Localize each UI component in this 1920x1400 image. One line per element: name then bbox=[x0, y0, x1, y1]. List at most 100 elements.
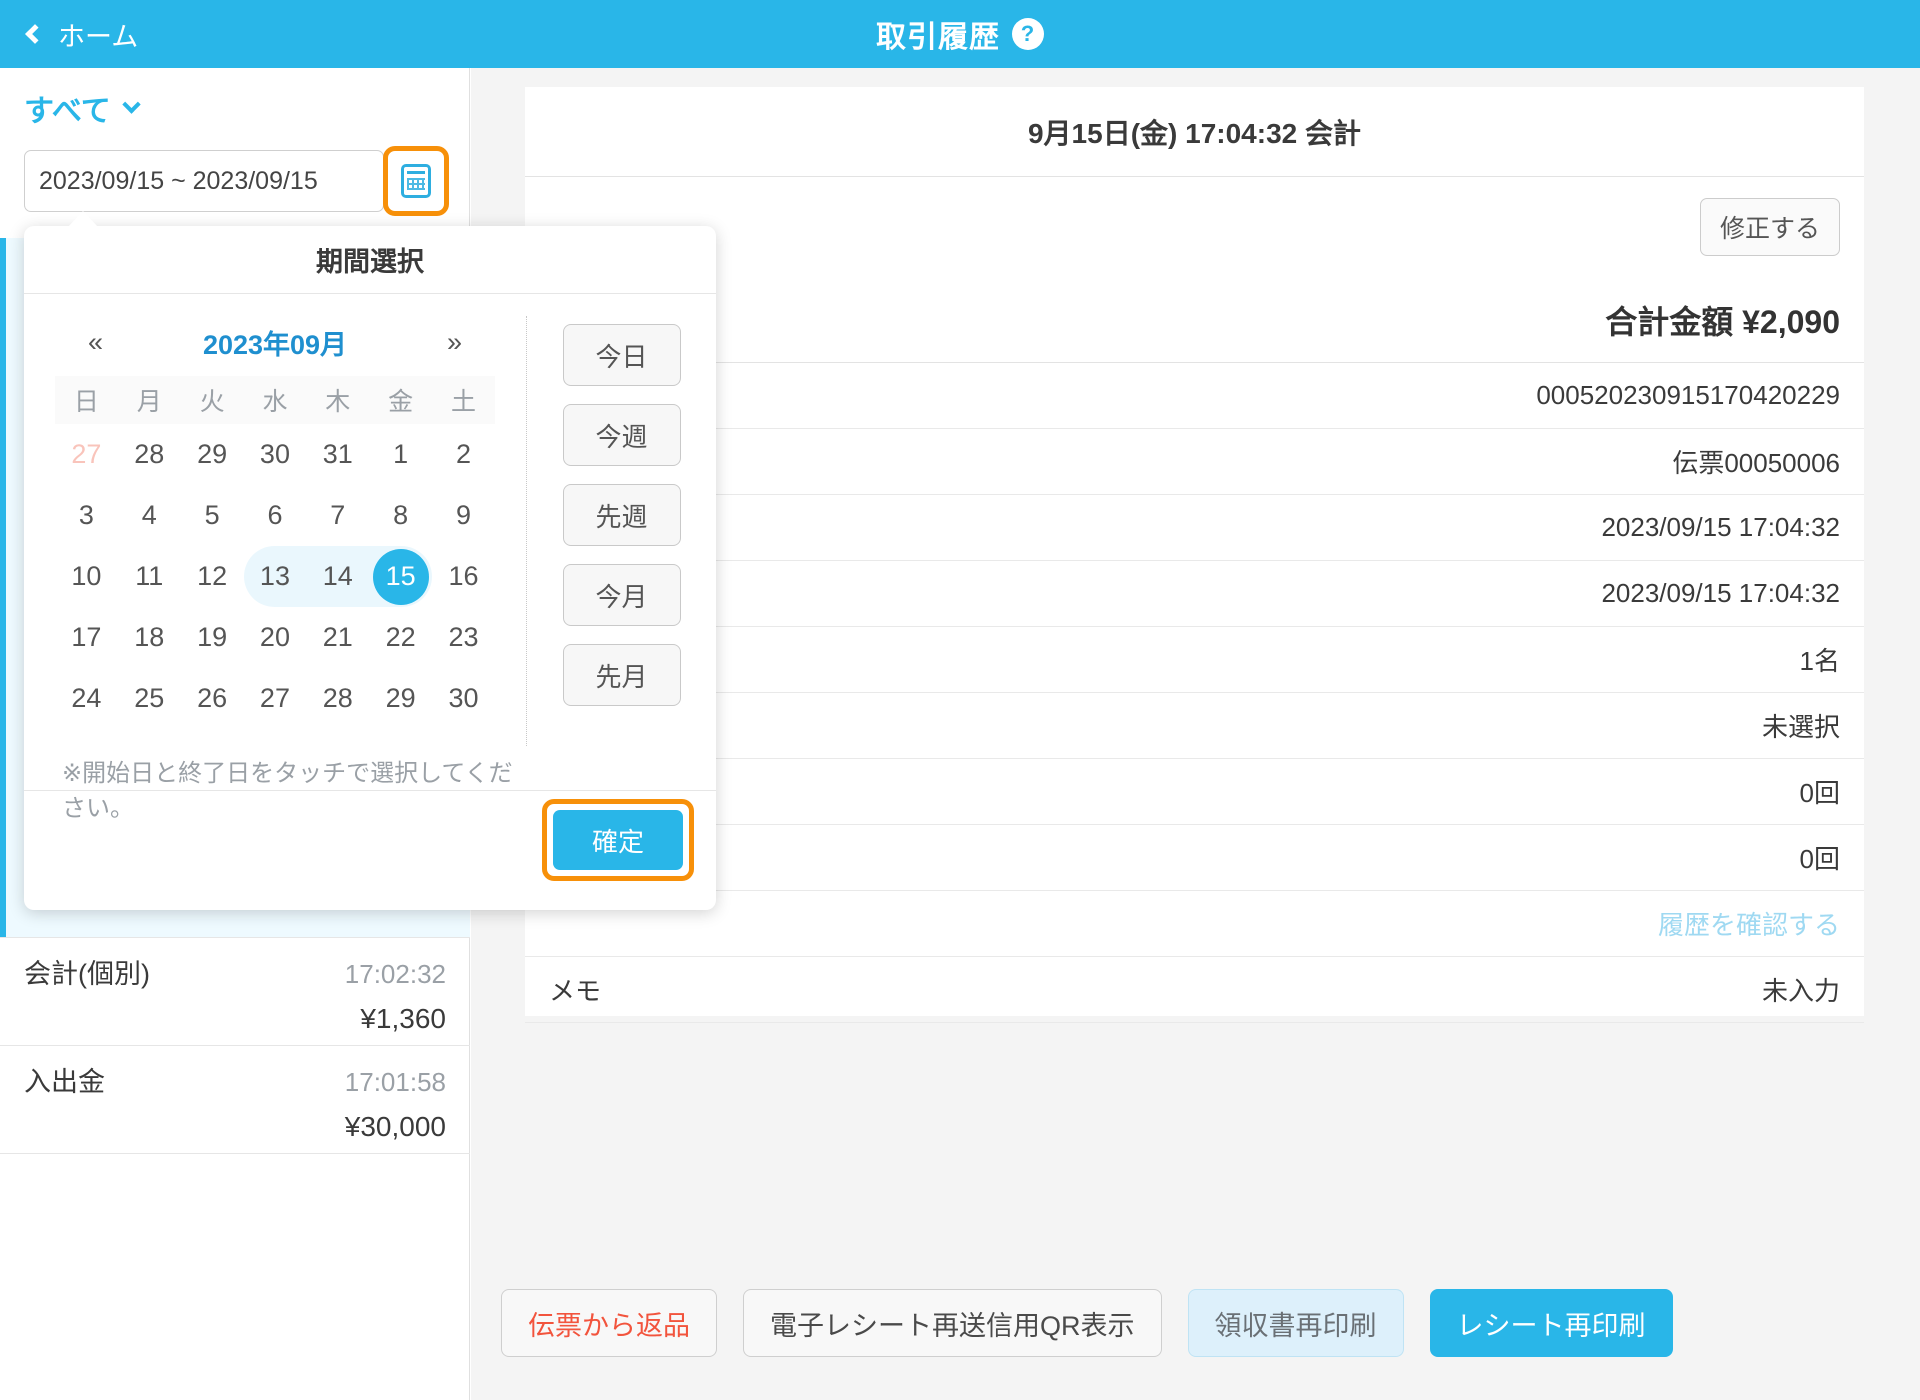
calendar-day-5[interactable]: 5 bbox=[181, 485, 244, 546]
preset-button-先週[interactable]: 先週 bbox=[562, 484, 681, 546]
calendar-day-label: 27 bbox=[71, 439, 102, 469]
history-link[interactable]: 履歴を確認する bbox=[1658, 905, 1840, 942]
calendar-day-8[interactable]: 8 bbox=[369, 485, 432, 546]
row-value: 0回 bbox=[1799, 778, 1840, 808]
list-item[interactable]: 会計(個別) 17:02:32 ¥1,360 bbox=[0, 938, 470, 1046]
help-icon[interactable]: ? bbox=[1012, 18, 1044, 50]
weekday-label: 火 bbox=[180, 376, 244, 424]
calendar-day-7[interactable]: 7 bbox=[306, 485, 369, 546]
filter-label: すべて bbox=[24, 95, 111, 128]
calendar-day-24[interactable]: 24 bbox=[55, 668, 118, 729]
calendar-day-21[interactable]: 21 bbox=[306, 607, 369, 668]
calendar-day-27[interactable]: 27 bbox=[55, 424, 118, 485]
calendar-day-22[interactable]: 22 bbox=[369, 607, 432, 668]
calendar-day-20[interactable]: 20 bbox=[244, 607, 307, 668]
page-title: 取引履歴 bbox=[876, 21, 1000, 54]
calendar-day-label: 28 bbox=[322, 683, 353, 713]
calendar-day-30[interactable]: 30 bbox=[432, 668, 495, 729]
preset-button-今日[interactable]: 今日 bbox=[562, 324, 681, 386]
resend-eresceipt-qr-button[interactable]: 電子レシート再送信用QR表示 bbox=[743, 1289, 1162, 1357]
preset-button-今月[interactable]: 今月 bbox=[562, 564, 681, 626]
calendar-day-label: 30 bbox=[259, 439, 290, 469]
reprint-receipt-button[interactable]: 領収書再印刷 bbox=[1187, 1289, 1404, 1357]
row-value: 0回 bbox=[1799, 844, 1840, 874]
calendar-day-25[interactable]: 25 bbox=[118, 668, 181, 729]
calendar-day-10[interactable]: 10 bbox=[55, 546, 118, 607]
reprint-slip-button[interactable]: レシート再印刷 bbox=[1429, 1289, 1673, 1357]
preset-button-今週[interactable]: 今週 bbox=[562, 404, 681, 466]
calendar-day-label: 17 bbox=[71, 622, 102, 652]
calendar-month-title[interactable]: 2023年09月 bbox=[203, 323, 347, 362]
total-amount: 合計金額 ¥2,090 bbox=[525, 277, 1864, 363]
row-value: 未選択 bbox=[1761, 712, 1840, 742]
preset-button-先月[interactable]: 先月 bbox=[562, 644, 681, 706]
transaction-name: 入出金 bbox=[24, 1067, 105, 1097]
date-range-picker-popup: 期間選択 « 2023年09月 » 日月火水木金土 27 28 29 30 31 1 2 3 4… bbox=[24, 211, 716, 910]
calendar-day-31[interactable]: 31 bbox=[306, 424, 369, 485]
calendar-day-label: 12 bbox=[197, 561, 228, 591]
calendar-day-6[interactable]: 6 bbox=[244, 485, 307, 546]
calendar-day-2[interactable]: 2 bbox=[432, 424, 495, 485]
calendar-day-label: 21 bbox=[322, 622, 353, 652]
calendar-day-27[interactable]: 27 bbox=[244, 668, 307, 729]
calendar-day-label: 27 bbox=[259, 683, 290, 713]
calendar-day-label: 3 bbox=[78, 500, 94, 530]
calendar-day-28[interactable]: 28 bbox=[118, 424, 181, 485]
row-value: 2023/09/15 17:04:32 bbox=[1601, 578, 1840, 608]
calendar-day-30[interactable]: 30 bbox=[244, 424, 307, 485]
calendar-day-4[interactable]: 4 bbox=[118, 485, 181, 546]
calendar-day-1[interactable]: 1 bbox=[369, 424, 432, 485]
calendar-day-16[interactable]: 16 bbox=[432, 546, 495, 607]
confirm-button-highlight: 確定 bbox=[542, 799, 694, 881]
next-month-button[interactable]: » bbox=[447, 327, 462, 358]
confirm-button[interactable]: 確定 bbox=[553, 810, 683, 870]
calendar-nav: « 2023年09月 » bbox=[24, 314, 526, 370]
calendar-day-18[interactable]: 18 bbox=[118, 607, 181, 668]
list-item[interactable]: 入出金 17:01:58 ¥30,000 bbox=[0, 1046, 470, 1154]
edit-button[interactable]: 修正する bbox=[1700, 198, 1840, 256]
action-bar: 伝票から返品 電子レシート再送信用QR表示 領収書再印刷 レシート再印刷 bbox=[471, 1246, 1920, 1400]
calendar-day-13[interactable]: 13 bbox=[243, 546, 307, 607]
calendar-day-label: 15 bbox=[372, 548, 429, 605]
calendar-day-14[interactable]: 14 bbox=[306, 546, 370, 607]
calendar-day-3[interactable]: 3 bbox=[55, 485, 118, 546]
filter-dropdown[interactable]: すべて bbox=[24, 86, 141, 130]
calendar-day-12[interactable]: 12 bbox=[181, 546, 244, 607]
calendar-day-15[interactable]: 15 bbox=[369, 546, 433, 607]
calendar-week-row: 17 18 19 20 21 22 23 bbox=[55, 607, 495, 668]
detail-card: 9月15日(金) 17:04:32 会計 修正する 合計金額 ¥2,090 00… bbox=[525, 87, 1864, 1023]
calendar-day-label: 7 bbox=[330, 500, 346, 530]
weekday-label: 水 bbox=[243, 376, 307, 424]
date-range-input[interactable]: 2023/09/15 ~ 2023/09/15 bbox=[24, 150, 384, 212]
table-row: 2023/09/15 17:04:32 bbox=[525, 561, 1864, 627]
weekday-label: 木 bbox=[306, 376, 370, 424]
table-row: メモ 未入力 bbox=[525, 957, 1864, 1023]
calendar-day-label: 31 bbox=[322, 439, 353, 469]
popup-title: 期間選択 bbox=[24, 226, 716, 294]
table-row[interactable]: 履歴を確認する bbox=[525, 891, 1864, 957]
calendar-day-label: 13 bbox=[259, 561, 290, 591]
calendar-day-11[interactable]: 11 bbox=[118, 546, 181, 607]
calendar-day-9[interactable]: 9 bbox=[432, 485, 495, 546]
calendar-day-29[interactable]: 29 bbox=[369, 668, 432, 729]
calendar-days: 27 28 29 30 31 1 2 3 4 5 6 7 8 9 10 11 12 13 14 15 16 17 18 19 2… bbox=[55, 424, 495, 729]
return-from-slip-button[interactable]: 伝票から返品 bbox=[501, 1289, 717, 1357]
calendar-day-label: 20 bbox=[259, 622, 290, 652]
calendar-day-17[interactable]: 17 bbox=[55, 607, 118, 668]
prev-month-button[interactable]: « bbox=[88, 327, 103, 358]
calendar-day-28[interactable]: 28 bbox=[306, 668, 369, 729]
calendar-week-row: 27 28 29 30 31 1 2 bbox=[55, 424, 495, 485]
calendar-day-label: 9 bbox=[456, 500, 472, 530]
open-calendar-button[interactable] bbox=[383, 146, 449, 216]
calendar-column: « 2023年09月 » 日月火水木金土 27 28 29 30 31 1 2 3 4 5 6 7 8 9… bbox=[24, 294, 526, 822]
calendar-day-label: 30 bbox=[448, 683, 479, 713]
table-row: 0005202309151704202​29 bbox=[525, 363, 1864, 429]
calendar-day-29[interactable]: 29 bbox=[181, 424, 244, 485]
calendar-day-26[interactable]: 26 bbox=[181, 668, 244, 729]
transaction-time: 17:01:58 bbox=[344, 1067, 446, 1097]
calendar-day-label: 19 bbox=[197, 622, 228, 652]
calendar-day-23[interactable]: 23 bbox=[432, 607, 495, 668]
calendar-day-label: 14 bbox=[322, 561, 353, 591]
calendar-day-19[interactable]: 19 bbox=[181, 607, 244, 668]
row-key: メモ bbox=[549, 976, 602, 1006]
